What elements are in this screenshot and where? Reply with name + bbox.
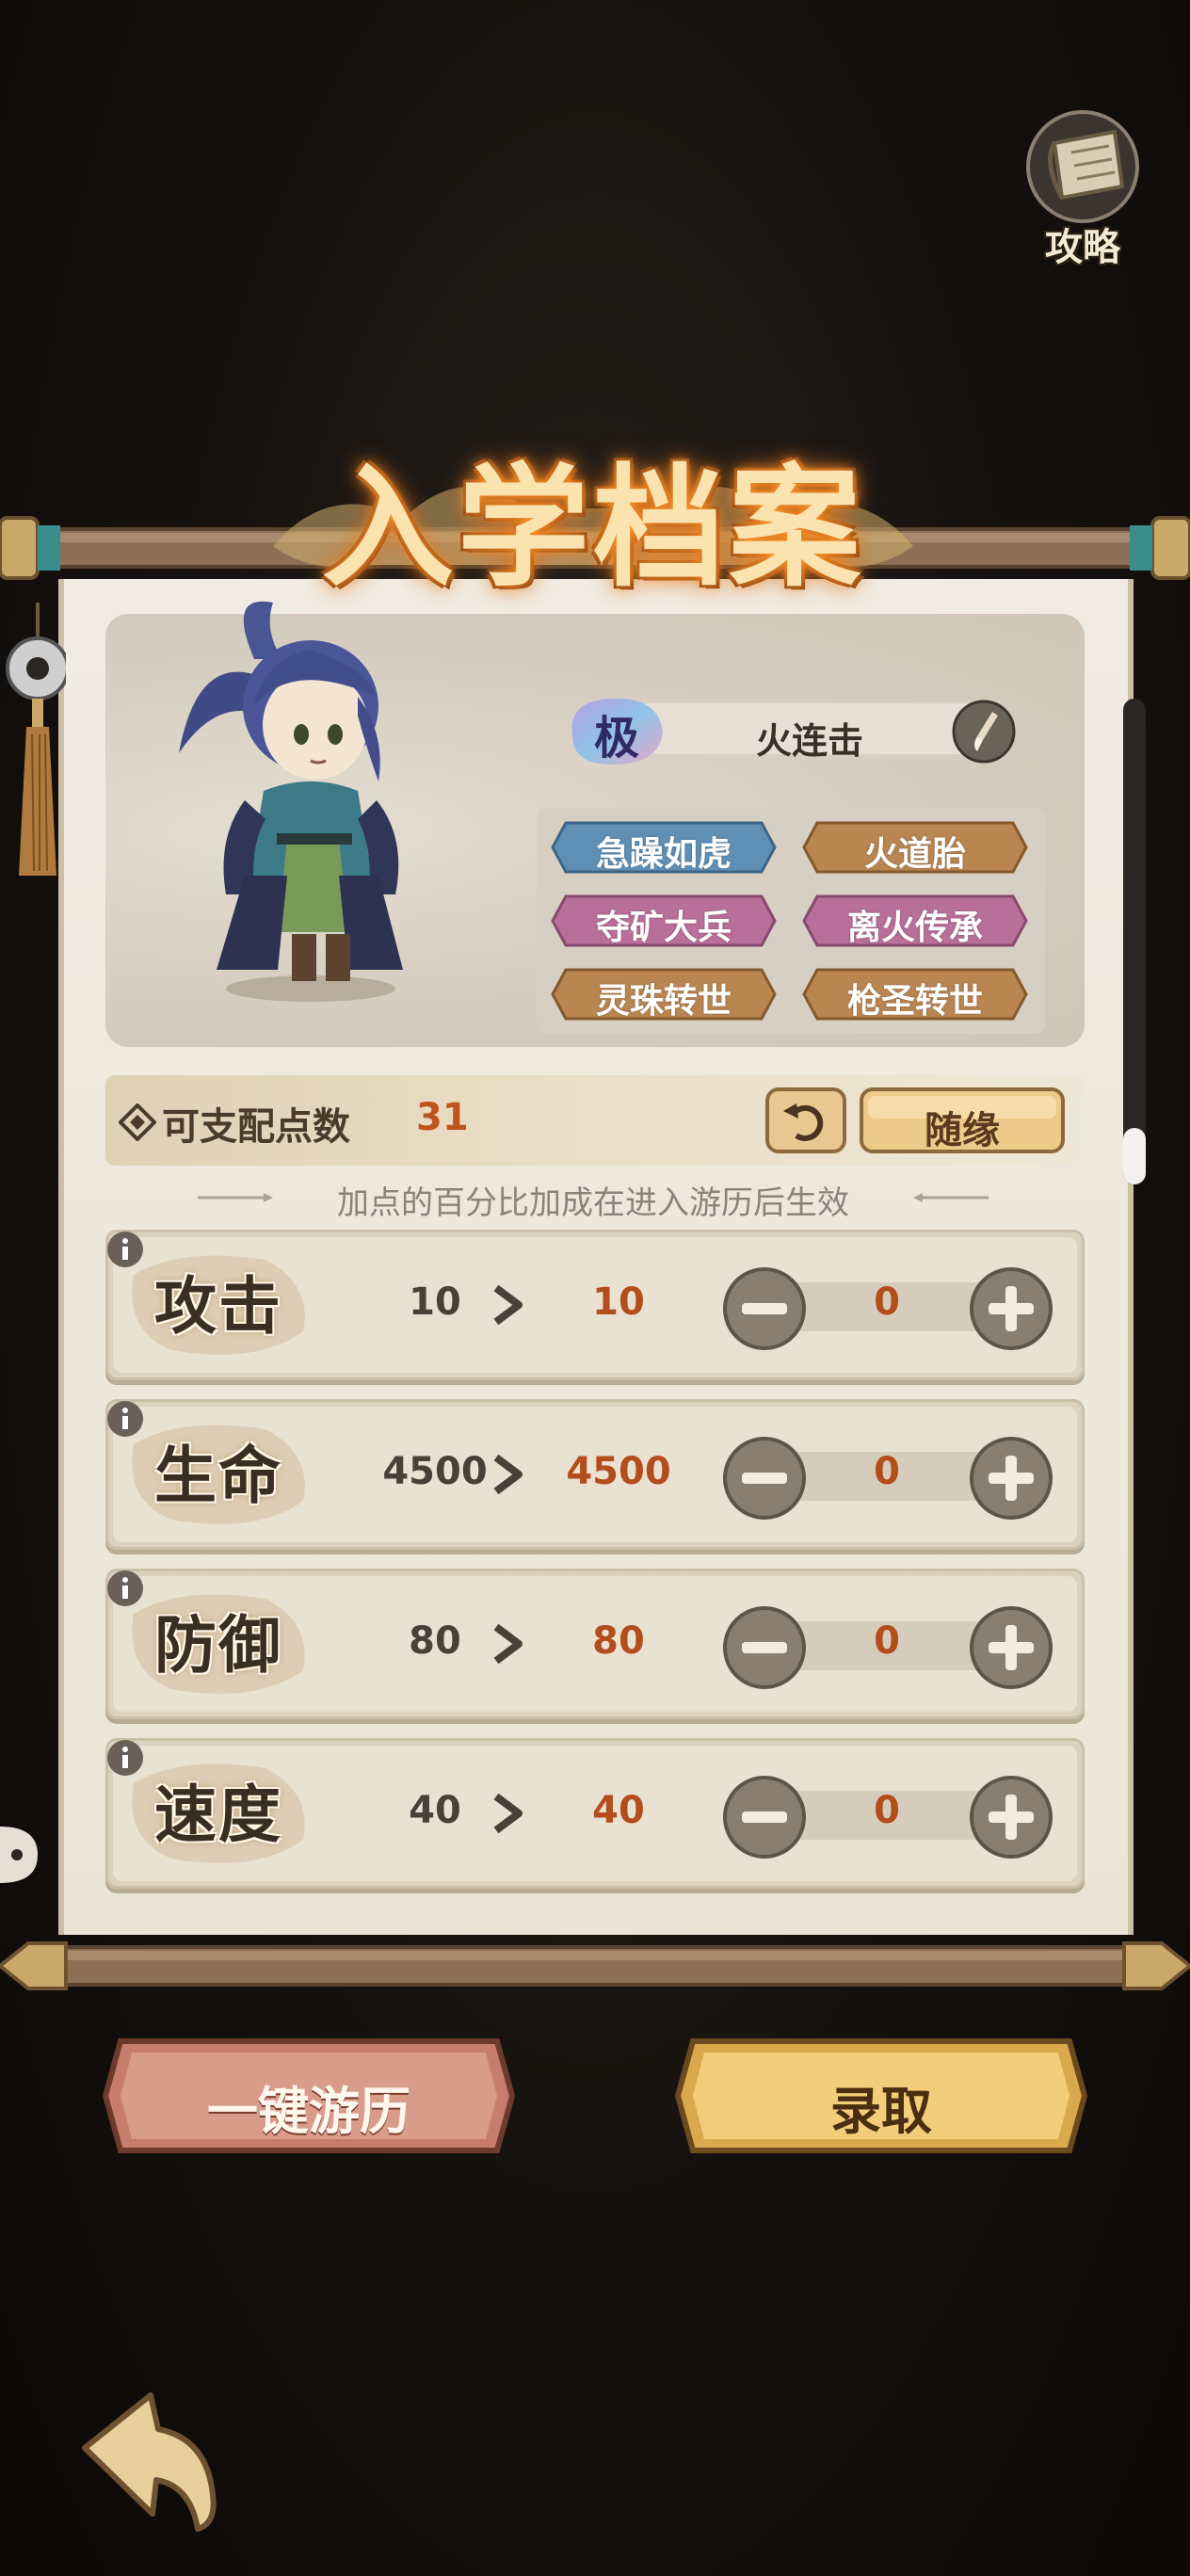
trait-label: 灵珠转世 — [595, 982, 732, 1021]
skill-name: 火连击 — [755, 720, 863, 762]
points-value: 31 — [416, 1096, 469, 1139]
scrollbar[interactable] — [1123, 699, 1146, 1184]
stat-row-health: 生命 4500 4500 0 — [105, 1399, 1085, 1555]
stat-new-value: 4500 — [566, 1450, 671, 1493]
auto-explore-button[interactable]: 一键游历 — [102, 2032, 516, 2160]
points-label: 可支配点数 — [162, 1105, 350, 1149]
stat-row-speed: 速度 40 40 0 — [105, 1738, 1085, 1894]
scroll-icon — [1026, 110, 1139, 223]
back-arrow-icon[interactable] — [66, 2382, 226, 2533]
trait-tag: 离火传承 — [802, 893, 1028, 949]
trait-tag: 夺矿大兵 — [551, 893, 777, 949]
arrow-right-icon — [493, 1793, 523, 1834]
guide-button[interactable]: 攻略 — [1017, 105, 1149, 269]
minus-button[interactable] — [721, 1774, 808, 1860]
guide-label: 攻略 — [1045, 226, 1120, 269]
plus-button[interactable] — [968, 1604, 1054, 1691]
enroll-label: 录取 — [830, 2082, 932, 2141]
minus-button[interactable] — [721, 1265, 808, 1352]
stat-row-attack: 攻击 10 10 0 — [105, 1230, 1085, 1386]
trait-tag: 火道胎 — [802, 819, 1028, 876]
title-banner: 入学档案 — [217, 405, 970, 605]
arrow-right-icon — [493, 1623, 523, 1665]
enroll-button[interactable]: 录取 — [674, 2032, 1088, 2160]
stat-name: 攻击 — [154, 1269, 282, 1343]
plus-button[interactable] — [968, 1435, 1054, 1521]
plus-button[interactable] — [968, 1774, 1054, 1860]
skill-bar: 火连击 极 — [565, 695, 1017, 765]
points-row: 可支配点数 31 随缘 — [105, 1075, 1085, 1166]
trait-tag: 枪圣转世 — [802, 966, 1028, 1022]
stat-new-value: 10 — [592, 1280, 645, 1324]
stat-name: 速度 — [154, 1778, 282, 1851]
minus-button[interactable] — [721, 1604, 808, 1691]
added-points-value: 0 — [874, 1450, 900, 1493]
stat-name: 生命 — [154, 1439, 282, 1512]
arrow-right-icon — [493, 1284, 523, 1326]
added-points-value: 0 — [874, 1619, 900, 1663]
bonus-note-text: 加点的百分比加成在进入游历后生效 — [337, 1184, 849, 1222]
trait-label: 夺矿大兵 — [595, 909, 732, 947]
tassel-ornament — [6, 603, 66, 876]
character-portrait — [179, 601, 403, 1002]
scroll-rod-bottom — [0, 1941, 1190, 1990]
auto-explore-label: 一键游历 — [207, 2082, 410, 2141]
trait-tag: 灵珠转世 — [551, 966, 777, 1022]
bonus-note: 加点的百分比加成在进入游历后生效 — [179, 1177, 1007, 1222]
trait-label: 火道胎 — [863, 835, 966, 874]
stat-new-value: 40 — [592, 1789, 645, 1832]
scrollbar-thumb[interactable] — [1123, 1128, 1146, 1184]
trait-label: 枪圣转世 — [846, 982, 983, 1021]
added-points-value: 0 — [874, 1280, 900, 1324]
arrow-right-icon — [493, 1454, 523, 1495]
brush-icon[interactable] — [951, 699, 1017, 765]
side-handle — [0, 1827, 38, 1883]
minus-button[interactable] — [721, 1435, 808, 1521]
stat-new-value: 80 — [592, 1619, 645, 1663]
plus-button[interactable] — [968, 1265, 1054, 1352]
trait-label: 急躁如虎 — [595, 835, 732, 874]
trait-label: 离火传承 — [846, 909, 983, 947]
stat-name: 防御 — [154, 1608, 282, 1682]
trait-tag: 急躁如虎 — [551, 819, 777, 876]
diamond-icon — [119, 1103, 156, 1141]
reset-button[interactable] — [764, 1087, 847, 1154]
random-allocate-button[interactable]: 随缘 — [859, 1087, 1066, 1154]
stat-row-defense: 防御 80 80 0 — [105, 1569, 1085, 1725]
note-divider-right — [913, 1193, 989, 1202]
page-title: 入学档案 — [321, 451, 864, 605]
random-allocate-label: 随缘 — [925, 1109, 1000, 1152]
added-points-value: 0 — [874, 1789, 900, 1832]
grade-label: 极 — [593, 712, 639, 765]
